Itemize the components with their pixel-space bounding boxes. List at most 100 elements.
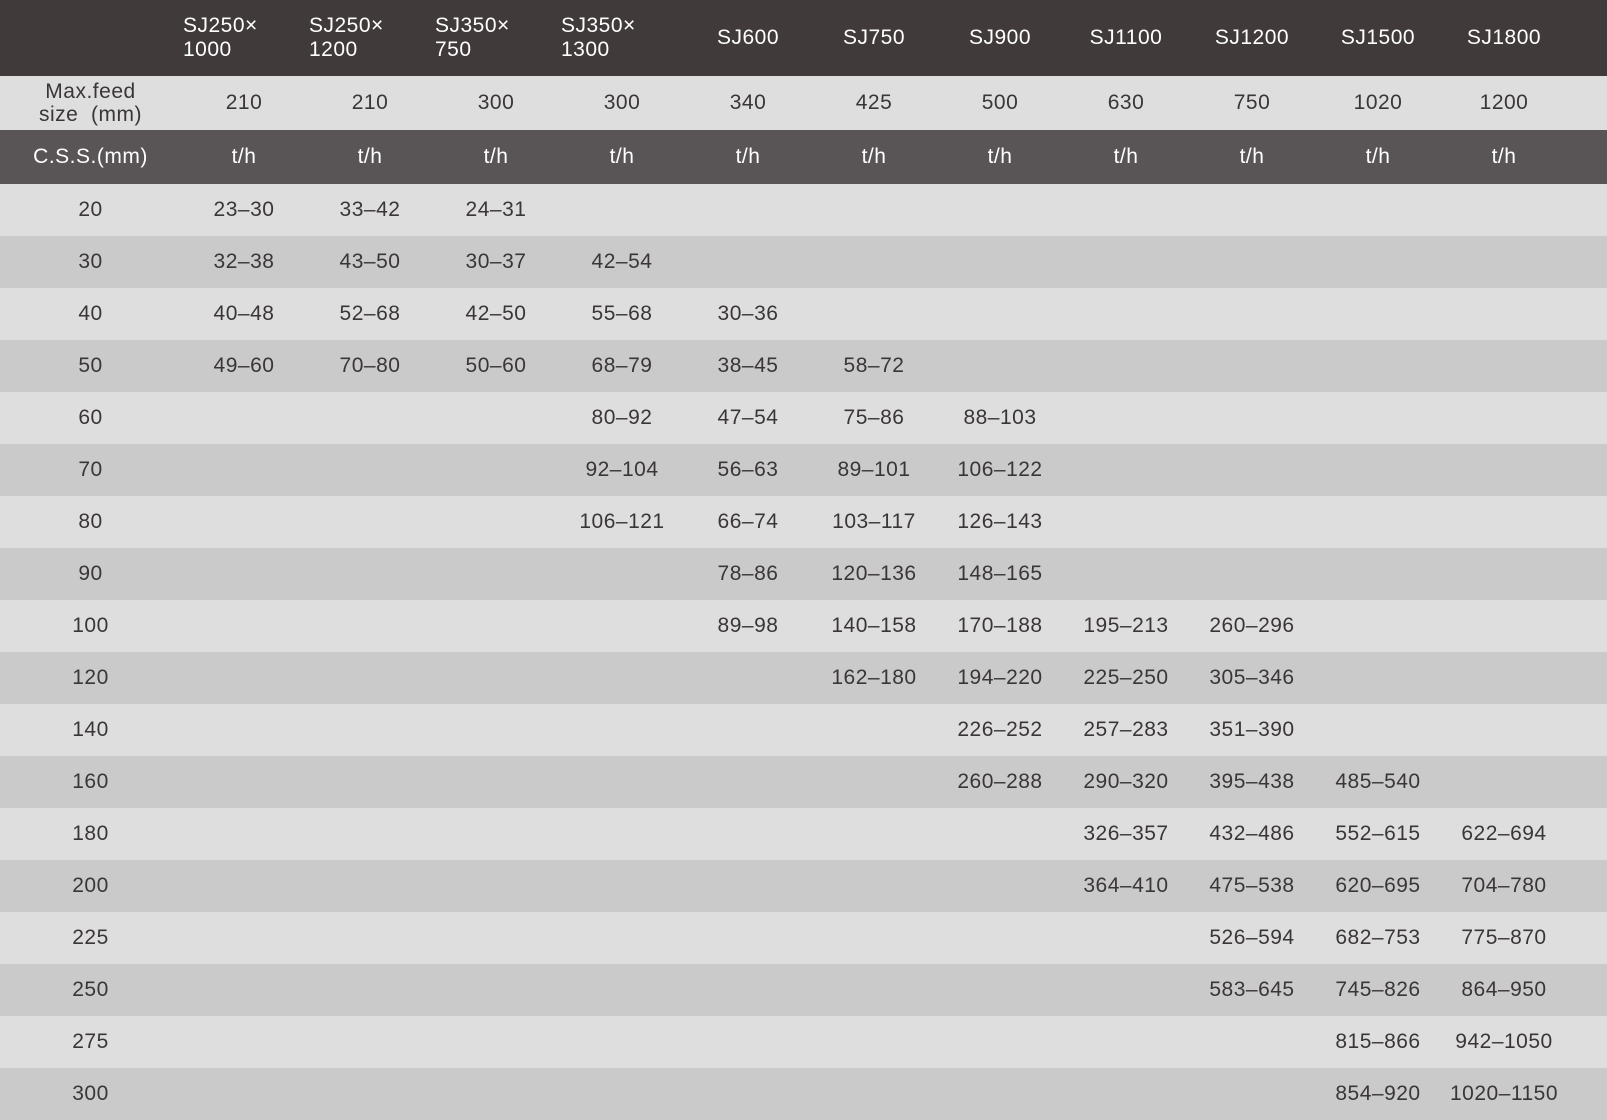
capacity-cell [433,860,559,912]
capacity-cell: 106–121 [579,510,665,533]
table-row: 120 162–180 194–220 225–250 305–346 [0,652,1607,704]
trailing-cell [1567,340,1607,392]
max-feed-size-value: 210 [225,91,263,114]
capacity-cell [811,964,937,1016]
css-value: 140 [72,718,109,741]
model-header: SJ1800 [1441,0,1567,76]
capacity-cell: 24–31 [465,198,527,221]
capacity-cell [1441,704,1567,756]
unit-label: t/h [1491,145,1517,168]
css-value: 200 [72,874,109,897]
capacity-cell [685,808,811,860]
capacity-cell [685,964,811,1016]
capacity-cell: 43–50 [339,250,401,273]
max-feed-size-row: Max.feed size (mm) 210 210 300 300 340 425 500… [0,76,1607,130]
capacity-cell [937,912,1063,964]
capacity-cell [307,756,433,808]
trailing-cell [1567,912,1607,964]
capacity-cell: 854–920 [1335,1082,1421,1105]
table-row: 180 326–357 432–486 552–615 622–694 [0,808,1607,860]
capacity-cell [433,548,559,600]
capacity-cell [1441,652,1567,704]
trailing-cell [1567,130,1607,184]
model-header-line: SJ1800 [1466,26,1542,49]
capacity-cell: 815–866 [1335,1030,1421,1053]
table-row: 70 92–104 56–63 89–101 106–122 [0,444,1607,496]
capacity-cell [559,600,685,652]
capacity-cell [433,392,559,444]
capacity-cell: 120–136 [831,562,917,585]
capacity-cell: 140–158 [831,614,917,637]
unit-label: t/h [1113,145,1139,168]
model-header-line: 1200 [309,38,358,61]
capacity-cell [1315,444,1441,496]
capacity-cell: 326–357 [1083,822,1169,845]
model-header-line: SJ750 [842,26,906,49]
model-header-line: SJ600 [716,26,780,49]
max-feed-size-value: 750 [1233,91,1271,114]
trailing-cell [1567,1016,1607,1068]
capacity-cell [1315,236,1441,288]
capacity-cell [559,964,685,1016]
trailing-cell [1567,860,1607,912]
capacity-cell: 30–36 [717,302,779,325]
model-header-line: SJ250× [183,14,258,37]
capacity-cell [181,704,307,756]
capacity-cell: 80–92 [591,406,653,429]
capacity-cell [811,1016,937,1068]
capacity-cell [685,860,811,912]
capacity-cell [559,756,685,808]
capacity-cell [181,600,307,652]
capacity-cell [433,600,559,652]
capacity-cell [1189,236,1315,288]
model-header: SJ350× 1300 [559,0,685,76]
capacity-cell [685,1016,811,1068]
capacity-cell [811,1068,937,1120]
capacity-cell [811,860,937,912]
capacity-cell: 351–390 [1209,718,1295,741]
capacity-cell [1189,1016,1315,1068]
css-value: 250 [72,978,109,1001]
trailing-cell [1567,808,1607,860]
capacity-cell: 75–86 [843,406,905,429]
capacity-cell [1441,392,1567,444]
max-feed-size-label: Max.feed size (mm) [0,76,181,130]
capacity-cell [307,964,433,1016]
capacity-cell [433,756,559,808]
table-row: 100 89–98 140–158 170–188 195–213 260–296 [0,600,1607,652]
css-value: 70 [78,458,103,481]
capacity-cell [685,236,811,288]
trailing-cell [1567,288,1607,340]
css-value: 90 [78,562,103,585]
trailing-cell [1567,704,1607,756]
capacity-cell [181,1016,307,1068]
model-header: SJ250× 1000 [181,0,307,76]
capacity-cell: 704–780 [1461,874,1547,897]
capacity-cell: 42–54 [591,250,653,273]
table-row: 60 80–92 47–54 75–86 88–103 [0,392,1607,444]
model-header-row: SJ250× 1000 SJ250× 1200 SJ350× 750 SJ350× 1300 S… [0,0,1607,76]
css-value: 225 [72,926,109,949]
max-feed-size-value: 210 [351,91,389,114]
capacity-cell [307,1016,433,1068]
capacity-cell [1315,704,1441,756]
unit-label: t/h [1239,145,1265,168]
model-header-line: SJ250× [309,14,384,37]
table-row: 80 106–121 66–74 103–117 126–143 [0,496,1607,548]
capacity-cell: 290–320 [1083,770,1169,793]
trailing-cell [1567,496,1607,548]
model-header-line: SJ350× [435,14,510,37]
capacity-cell: 47–54 [717,406,779,429]
capacity-cell [181,496,307,548]
capacity-cell [1315,184,1441,236]
model-header-line: SJ900 [968,26,1032,49]
capacity-cell [433,444,559,496]
capacity-cell [1063,496,1189,548]
capacity-cell [937,340,1063,392]
table-row: 140 226–252 257–283 351–390 [0,704,1607,756]
capacity-cell [811,184,937,236]
unit-label: t/h [1365,145,1391,168]
unit-label: t/h [357,145,383,168]
capacity-cell [181,964,307,1016]
capacity-cell: 40–48 [213,302,275,325]
